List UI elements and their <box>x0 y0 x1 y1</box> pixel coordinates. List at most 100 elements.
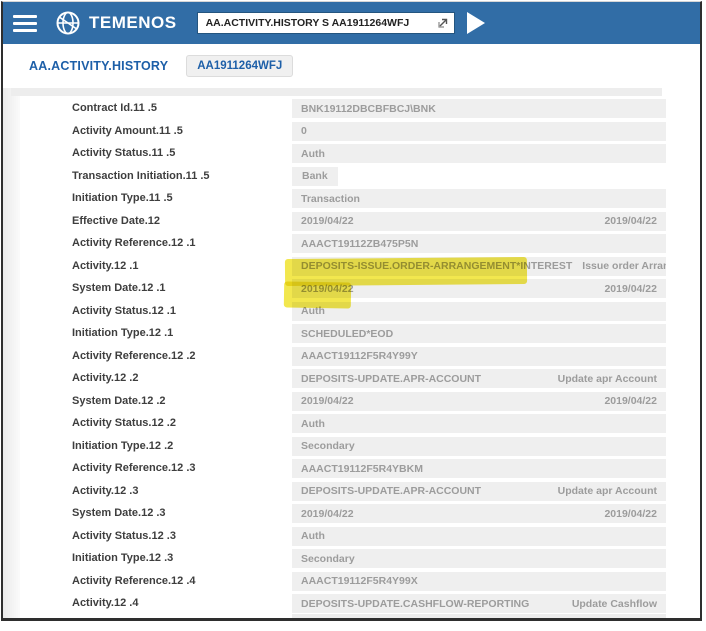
field-value-bar[interactable]: DEPOSITS-UPDATE.CASHFLOW-REPORTING Updat… <box>292 594 666 613</box>
field-row: Contract Id.11 .5 BNK19112DBCBFBCJ\BNK <box>3 99 700 122</box>
field-value-right: Update Cashflow <box>562 598 657 610</box>
field-value-right: Update apr Account <box>548 373 657 385</box>
clipped-row-top <box>11 88 662 96</box>
field-value-bar[interactable]: 0 <box>292 122 666 141</box>
field-value-bar[interactable]: Transaction <box>292 189 666 208</box>
field-row: Initiation Type.11 .5 Transaction <box>3 189 700 212</box>
field-value: 2019/04/22 <box>301 395 354 407</box>
field-row: Activity Reference.12 .4 AAACT19112F5R4Y… <box>3 572 700 595</box>
field-value-bar[interactable]: AAACT19112F5R4Y99X <box>292 572 666 591</box>
field-label: Activity.12 .4 <box>72 597 138 609</box>
field-value-bar[interactable]: AAACT19112F5R4Y99Y <box>292 347 666 366</box>
run-command-icon[interactable] <box>467 12 485 34</box>
field-value: DEPOSITS-ISSUE.ORDER-ARRANGEMENT*INTERES… <box>301 260 572 272</box>
field-row: System Date.12 .3 2019/04/22 2019/04/22 <box>3 504 700 527</box>
field-value: 2019/04/22 <box>301 283 354 295</box>
field-value: DEPOSITS-UPDATE.CASHFLOW-REPORTING <box>301 598 529 610</box>
field-value-bar[interactable]: BNK19112DBCBFBCJ\BNK <box>292 99 666 118</box>
launch-icon[interactable] <box>436 16 450 30</box>
field-value-bar[interactable]: Auth <box>292 144 666 163</box>
temenos-logo: TEMENOS <box>55 10 177 36</box>
field-value: AAACT19112F5R4YBKM <box>301 463 423 475</box>
field-label: Initiation Type.12 .1 <box>72 327 173 339</box>
field-label: Activity Reference.12 .2 <box>72 350 196 362</box>
record-id-badge: AA1911264WFJ <box>186 55 293 77</box>
field-label: Initiation Type.11 .5 <box>72 192 173 204</box>
field-value-right: 2019/04/22 <box>594 508 657 520</box>
field-label: Initiation Type.12 .3 <box>72 552 173 564</box>
field-row: Activity Status.11 .5 Auth <box>3 144 700 167</box>
command-line-wrap <box>197 12 455 34</box>
field-value-bar[interactable]: SCHEDULED*EOD <box>292 324 666 343</box>
field-label: Transaction Initiation.11 .5 <box>72 170 210 182</box>
field-label: Activity Reference.12 .4 <box>72 575 196 587</box>
field-label: Initiation Type.12 .2 <box>72 440 173 452</box>
field-value-right: Update apr Account <box>548 485 657 497</box>
top-toolbar: TEMENOS <box>3 2 700 44</box>
field-value-bar[interactable]: DEPOSITS-UPDATE.APR-ACCOUNT Update apr A… <box>292 482 666 501</box>
command-line-input[interactable] <box>197 12 455 34</box>
field-value: AAACT19112F5R4Y99Y <box>301 350 418 362</box>
field-row: Activity Status.12 .3 Auth <box>3 527 700 550</box>
field-row: Activity.12 .1 DEPOSITS-ISSUE.ORDER-ARRA… <box>3 257 700 280</box>
application-title: AA.ACTIVITY.HISTORY <box>29 59 168 73</box>
field-value-bar[interactable]: DEPOSITS-UPDATE.APR-ACCOUNT Update apr A… <box>292 369 666 388</box>
field-value: Auth <box>301 418 325 430</box>
field-rows: Contract Id.11 .5 BNK19112DBCBFBCJ\BNK A… <box>3 99 700 617</box>
field-value: 2019/04/22 <box>301 508 354 520</box>
field-label: Activity Reference.12 .3 <box>72 462 196 474</box>
field-value: Secondary <box>301 440 355 452</box>
field-row: Initiation Type.12 .2 Secondary <box>3 437 700 460</box>
field-row: Activity Amount.11 .5 0 <box>3 122 700 145</box>
field-row: Activity Status.12 .1 Auth <box>3 302 700 325</box>
field-value: BNK19112DBCBFBCJ\BNK <box>301 103 436 115</box>
field-label: Activity Status.11 .5 <box>72 147 175 159</box>
field-value-bar[interactable]: 2019/04/22 2019/04/22 <box>292 392 666 411</box>
field-value-bar[interactable]: 2019/04/22 2019/04/22 <box>292 279 666 298</box>
field-row: Activity Status.12 .2 Auth <box>3 414 700 437</box>
field-value-right: 2019/04/22 <box>594 395 657 407</box>
field-value-bar[interactable]: Secondary <box>292 549 666 568</box>
field-value-bar[interactable]: Auth <box>292 302 666 321</box>
field-value: DEPOSITS-UPDATE.APR-ACCOUNT <box>301 373 481 385</box>
field-row: Initiation Type.12 .1 SCHEDULED*EOD <box>3 324 700 347</box>
field-value: SCHEDULED*EOD <box>301 328 393 340</box>
record-detail-panel: Contract Id.11 .5 BNK19112DBCBFBCJ\BNK A… <box>3 88 700 619</box>
field-label: Activity.12 .2 <box>72 372 138 384</box>
hamburger-menu-icon[interactable] <box>13 15 37 32</box>
field-label: System Date.12 .3 <box>72 507 166 519</box>
field-value: Auth <box>301 530 325 542</box>
field-label: System Date.12 .2 <box>72 395 166 407</box>
field-row: System Date.12 .2 2019/04/22 2019/04/22 <box>3 392 700 415</box>
field-value-bar[interactable]: Auth <box>292 527 666 546</box>
field-label: Activity.12 .3 <box>72 485 138 497</box>
field-value: DEPOSITS-UPDATE.APR-ACCOUNT <box>301 485 481 497</box>
field-value-bar[interactable]: AAACT19112ZB475P5N <box>292 234 666 253</box>
field-value: Auth <box>301 305 325 317</box>
field-row: Activity Reference.12 .1 AAACT19112ZB475… <box>3 234 700 257</box>
field-value: 2019/04/22 <box>301 215 354 227</box>
field-row: Initiation Type.12 .3 Secondary <box>3 549 700 572</box>
field-value: Auth <box>301 148 325 160</box>
field-row: System Date.12 .1 2019/04/22 2019/04/22 <box>3 279 700 302</box>
field-label: Activity Status.12 .1 <box>72 305 176 317</box>
field-row: Activity.12 .3 DEPOSITS-UPDATE.APR-ACCOU… <box>3 482 700 505</box>
field-label: Effective Date.12 <box>72 215 160 227</box>
field-label: Activity Reference.12 .1 <box>72 237 196 249</box>
field-value: AAACT19112ZB475P5N <box>301 238 418 250</box>
field-value-bar[interactable]: Secondary <box>292 437 666 456</box>
field-row: Activity.12 .2 DEPOSITS-UPDATE.APR-ACCOU… <box>3 369 700 392</box>
field-value: Secondary <box>301 553 355 565</box>
globe-icon <box>55 10 81 36</box>
field-value: Transaction <box>301 193 360 205</box>
field-value-bar[interactable]: DEPOSITS-ISSUE.ORDER-ARRANGEMENT*INTERES… <box>292 257 666 276</box>
field-value-bar[interactable]: AAACT19112F5R4YBKM <box>292 459 666 478</box>
field-value-bar[interactable]: 2019/04/22 2019/04/22 <box>292 212 666 231</box>
field-value-bar[interactable]: Bank <box>292 167 338 186</box>
field-value-bar[interactable]: Auth <box>292 414 666 433</box>
field-label: Activity Status.12 .2 <box>72 417 176 429</box>
field-row: Activity Reference.12 .3 AAACT19112F5R4Y… <box>3 459 700 482</box>
field-value-bar[interactable]: 2019/04/22 2019/04/22 <box>292 504 666 523</box>
field-value: 0 <box>301 125 307 137</box>
field-value-right: 2019/04/22 <box>594 215 657 227</box>
